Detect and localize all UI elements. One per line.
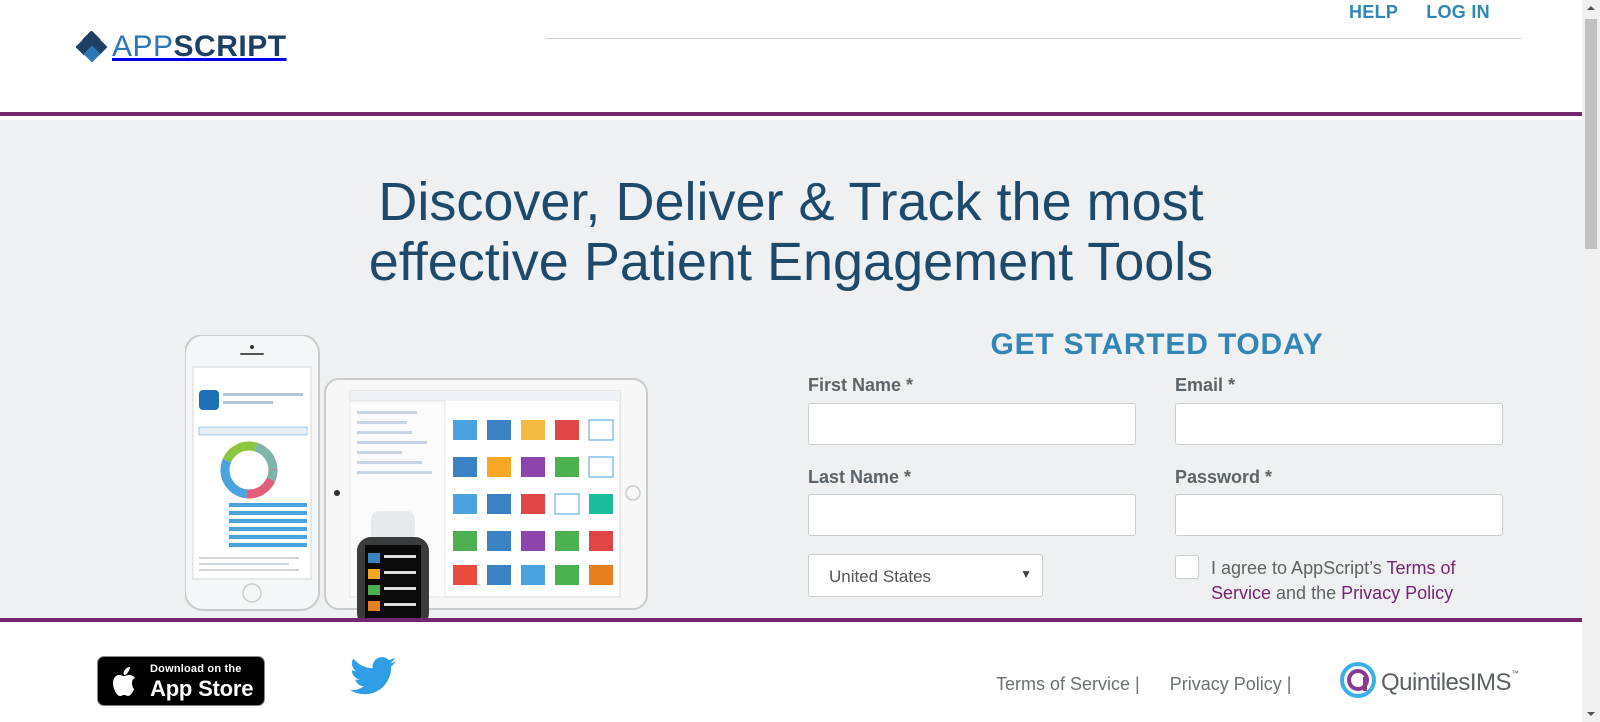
privacy-policy-link[interactable]: Privacy Policy xyxy=(1341,583,1453,603)
page-scrollbar[interactable] xyxy=(1582,0,1600,722)
footer-terms-link[interactable]: Terms of Service | xyxy=(996,674,1140,695)
help-link[interactable]: HELP xyxy=(1349,2,1398,23)
appscript-logo-icon xyxy=(75,30,108,63)
country-select[interactable]: United States ▼ xyxy=(808,554,1043,597)
agree-middle: and the xyxy=(1271,583,1342,603)
scroll-up-arrow-icon[interactable] xyxy=(1582,0,1600,17)
site-footer: Download on the App Store Terms of Servi… xyxy=(0,626,1582,722)
app-store-big-text: App Store xyxy=(150,676,254,701)
scrollbar-thumb[interactable] xyxy=(1585,19,1597,249)
last-name-label: Last Name * xyxy=(808,467,912,487)
quintilesims-logo: QuintilesIMS™ xyxy=(1339,661,1519,704)
quintilesims-logo-icon xyxy=(1339,661,1377,704)
device-mockup-image xyxy=(185,335,648,618)
signup-form-title: GET STARTED TODAY xyxy=(990,328,1324,361)
app-store-badge[interactable]: Download on the App Store xyxy=(97,656,265,706)
app-store-small-text: Download on the xyxy=(150,663,242,675)
terms-checkbox[interactable] xyxy=(1175,555,1199,579)
email-label: Email * xyxy=(1175,375,1236,395)
headline-line-1: Discover, Deliver & Track the most xyxy=(378,172,1204,232)
footer-privacy-link[interactable]: Privacy Policy | xyxy=(1170,674,1292,695)
logo-script-text: SCRIPT xyxy=(173,30,287,63)
select-arrow-icon: ▼ xyxy=(1020,567,1032,581)
footer-links: Terms of Service | Privacy Policy | xyxy=(996,674,1291,695)
scroll-down-arrow-icon[interactable] xyxy=(1582,705,1600,722)
first-name-label: First Name * xyxy=(808,375,914,395)
hero-headline: Discover, Deliver & Track the most effec… xyxy=(0,172,1582,292)
twitter-icon[interactable] xyxy=(350,656,396,701)
country-select-value: United States xyxy=(829,567,932,586)
logo-app-text: APP xyxy=(112,30,174,63)
login-link[interactable]: LOG IN xyxy=(1426,2,1490,23)
first-name-input[interactable] xyxy=(808,403,1136,445)
email-input[interactable] xyxy=(1175,403,1503,445)
appscript-logo[interactable]: APPSCRIPT xyxy=(75,30,287,64)
partner-tm: ™ xyxy=(1511,668,1519,678)
password-label: Password * xyxy=(1175,467,1273,487)
agree-prefix: I agree to AppScript’s xyxy=(1211,558,1387,578)
apple-icon xyxy=(110,665,142,704)
password-input[interactable] xyxy=(1175,494,1503,536)
terms-agreement-text: I agree to AppScript’s Terms of Service … xyxy=(1211,556,1501,606)
headline-line-2: effective Patient Engagement Tools xyxy=(368,232,1214,292)
top-nav: HELP LOG IN xyxy=(1349,2,1490,23)
hero-section: Discover, Deliver & Track the most effec… xyxy=(0,120,1582,622)
partner-name: QuintilesIMS xyxy=(1381,668,1512,696)
nav-divider xyxy=(546,38,1522,39)
last-name-input[interactable] xyxy=(808,494,1136,536)
site-header: APPSCRIPT HELP LOG IN xyxy=(0,0,1582,116)
